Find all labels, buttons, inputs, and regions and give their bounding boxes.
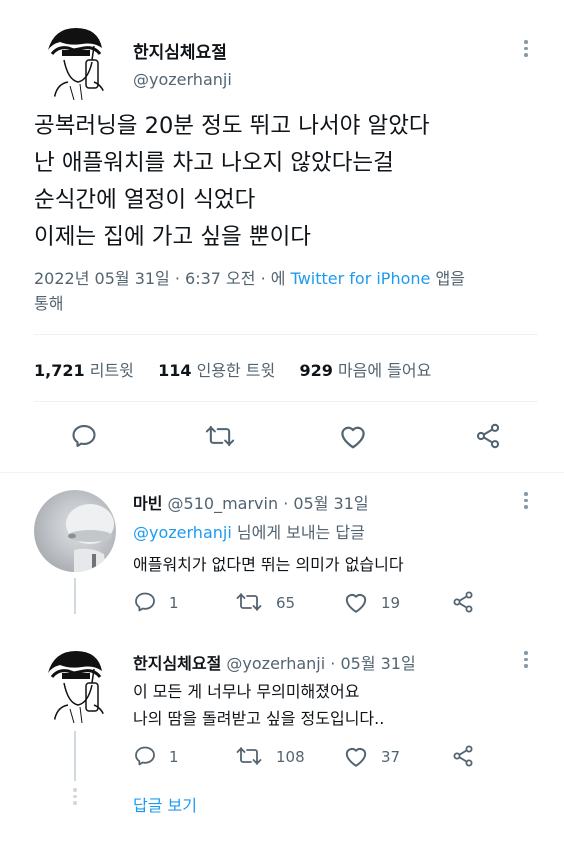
tweet-stats: 1,721 리트윗 114 인용한 트윗 929 마음에 들어요: [34, 357, 431, 381]
author-handle[interactable]: @yozerhanji: [133, 70, 232, 89]
reply-avatar[interactable]: [34, 490, 116, 572]
divider: [34, 401, 538, 402]
quotes-label: 인용한 트윗: [196, 361, 276, 380]
tweet-timestamp[interactable]: 2022년 05월 31일 · 6:37 오전 · 에: [34, 269, 285, 288]
divider: [0, 472, 564, 473]
thread-line: [74, 731, 76, 781]
replying-to-handle[interactable]: @yozerhanji: [133, 523, 232, 542]
reply-handle-time[interactable]: @510_marvin · 05월 31일: [168, 494, 369, 513]
retweet-icon[interactable]: [235, 744, 263, 768]
reply-text-line: 나의 땀을 돌려받고 싶을 정도입니다..: [133, 709, 385, 728]
retweets-label: 리트윗: [89, 361, 134, 380]
reply-display-name[interactable]: 마빈: [133, 494, 162, 513]
replying-to: @yozerhanji 님에게 보내는 답글: [133, 519, 365, 543]
tweet-meta: 2022년 05월 31일 · 6:37 오전 · 에 Twitter for …: [34, 266, 538, 316]
like-icon[interactable]: [338, 422, 368, 450]
reply-display-name[interactable]: 한지심체요절: [133, 654, 221, 673]
avatar-sketch-image: [34, 643, 116, 725]
quotes-count: 114: [158, 361, 192, 380]
retweets-count: 1,721: [34, 361, 85, 380]
tweet-line: 공복러닝을 20분 정도 뛰고 나서야 알았다: [34, 113, 430, 139]
retweet-icon[interactable]: [235, 590, 263, 614]
tweet-text: 공복러닝을 20분 정도 뛰고 나서야 알았다 난 애플워치를 차고 나오지 않…: [34, 108, 430, 256]
author-avatar[interactable]: [34, 20, 116, 102]
like-icon[interactable]: [343, 590, 369, 614]
reply-text-line: 이 모든 게 너무나 무의미해졌어요: [133, 682, 360, 701]
reply-avatar[interactable]: [34, 643, 116, 725]
share-icon[interactable]: [450, 744, 476, 768]
source-link[interactable]: Twitter for iPhone: [291, 269, 431, 288]
tweet-line: 순식간에 열정이 식었다: [34, 187, 256, 213]
reply-icon[interactable]: [70, 422, 98, 450]
thread-line: [74, 578, 76, 614]
meta-suffix-2: 통해: [34, 294, 64, 313]
likes-stat[interactable]: 929 마음에 들어요: [299, 361, 431, 380]
reply-count: 1: [169, 748, 179, 766]
tweet-line: 이제는 집에 가고 싶을 뿐이다: [34, 224, 312, 250]
retweets-stat[interactable]: 1,721 리트윗: [34, 361, 139, 380]
likes-label: 마음에 들어요: [337, 361, 432, 380]
like-icon[interactable]: [343, 744, 369, 768]
show-replies-link[interactable]: 답글 보기: [133, 792, 197, 816]
retweet-icon[interactable]: [204, 422, 236, 450]
reply-count: 1: [169, 594, 179, 612]
share-icon[interactable]: [473, 422, 503, 450]
avatar-sketch-image: [34, 20, 116, 102]
likes-count: 929: [299, 361, 333, 380]
retweet-count: 108: [276, 748, 305, 766]
reply-handle-time[interactable]: @yozerhanji · 05월 31일: [226, 654, 415, 673]
more-options-icon[interactable]: [523, 651, 529, 671]
divider: [34, 334, 538, 335]
author-display-name[interactable]: 한지심체요절: [133, 38, 227, 63]
meta-suffix: 앱을: [435, 269, 465, 288]
tweet-line: 난 애플워치를 차고 나오지 않았다는걸: [34, 150, 394, 176]
more-options-icon[interactable]: [523, 492, 529, 512]
reply-icon[interactable]: [133, 590, 157, 614]
replying-to-label: 님에게 보내는 답글: [236, 523, 365, 542]
like-count: 37: [381, 748, 401, 766]
show-replies-dots: [72, 788, 78, 808]
like-count: 19: [381, 594, 401, 612]
retweet-count: 65: [276, 594, 296, 612]
reply-text: 애플워치가 없다면 뛰는 의미가 없습니다: [133, 555, 404, 574]
share-icon[interactable]: [450, 590, 476, 614]
quotes-stat[interactable]: 114 인용한 트윗: [158, 361, 280, 380]
more-options-icon[interactable]: [523, 40, 529, 60]
reply-text: 이 모든 게 너무나 무의미해졌어요 나의 땀을 돌려받고 싶을 정도입니다..: [133, 678, 384, 732]
reply-icon[interactable]: [133, 744, 157, 768]
reply-header: 마빈 @510_marvin · 05월 31일: [133, 490, 369, 514]
avatar-robot-image: [66, 504, 114, 572]
reply-header: 한지심체요절 @yozerhanji · 05월 31일: [133, 650, 416, 674]
